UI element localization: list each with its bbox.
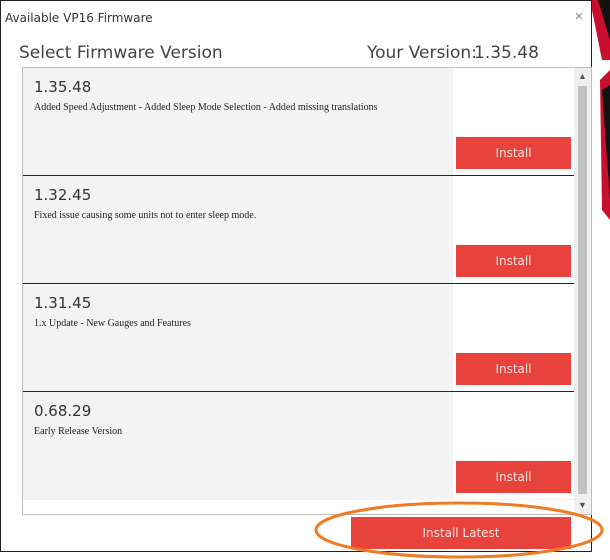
your-version-value: 1.35.48 [474, 43, 539, 63]
firmware-dialog: Available VP16 Firmware × Select Firmwar… [0, 0, 592, 552]
install-button[interactable]: Install [456, 245, 571, 277]
window-title: Available VP16 Firmware [5, 11, 153, 25]
firmware-description: Added Speed Adjustment - Added Sleep Mod… [34, 102, 378, 113]
firmware-description: Early Release Version [34, 426, 123, 437]
firmware-description: Fixed issue causing some units not to en… [34, 210, 257, 221]
chevron-down-icon[interactable]: ▼ [574, 497, 591, 514]
title-bar: Available VP16 Firmware × [1, 1, 591, 31]
scrollbar-thumb[interactable] [578, 86, 587, 494]
firmware-item: 0.68.29 Early Release Version Install [23, 392, 576, 500]
firmware-item: 1.31.45 1.x Update - New Gauges and Feat… [23, 284, 576, 392]
your-version-label: Your Version: [367, 43, 477, 63]
install-button[interactable]: Install [456, 137, 571, 169]
firmware-version: 1.31.45 [34, 294, 92, 312]
install-button[interactable]: Install [456, 353, 571, 385]
install-latest-button[interactable]: Install Latest [351, 517, 571, 549]
firmware-version: 1.32.45 [34, 186, 92, 204]
firmware-version: 1.35.48 [34, 78, 92, 96]
firmware-item: 1.35.48 Added Speed Adjustment - Added S… [23, 68, 576, 176]
vertical-scrollbar[interactable]: ▲ ▼ [574, 68, 591, 514]
install-button[interactable]: Install [456, 461, 571, 493]
chevron-up-icon[interactable]: ▲ [574, 68, 591, 85]
firmware-item: 1.32.45 Fixed issue causing some units n… [23, 176, 576, 284]
page-title: Select Firmware Version [19, 43, 223, 63]
firmware-list: 1.35.48 Added Speed Adjustment - Added S… [22, 67, 592, 515]
firmware-description: 1.x Update - New Gauges and Features [34, 318, 191, 329]
firmware-version: 0.68.29 [34, 402, 92, 420]
close-icon[interactable]: × [571, 9, 587, 25]
header-row: Select Firmware Version Your Version: 1.… [19, 43, 579, 65]
